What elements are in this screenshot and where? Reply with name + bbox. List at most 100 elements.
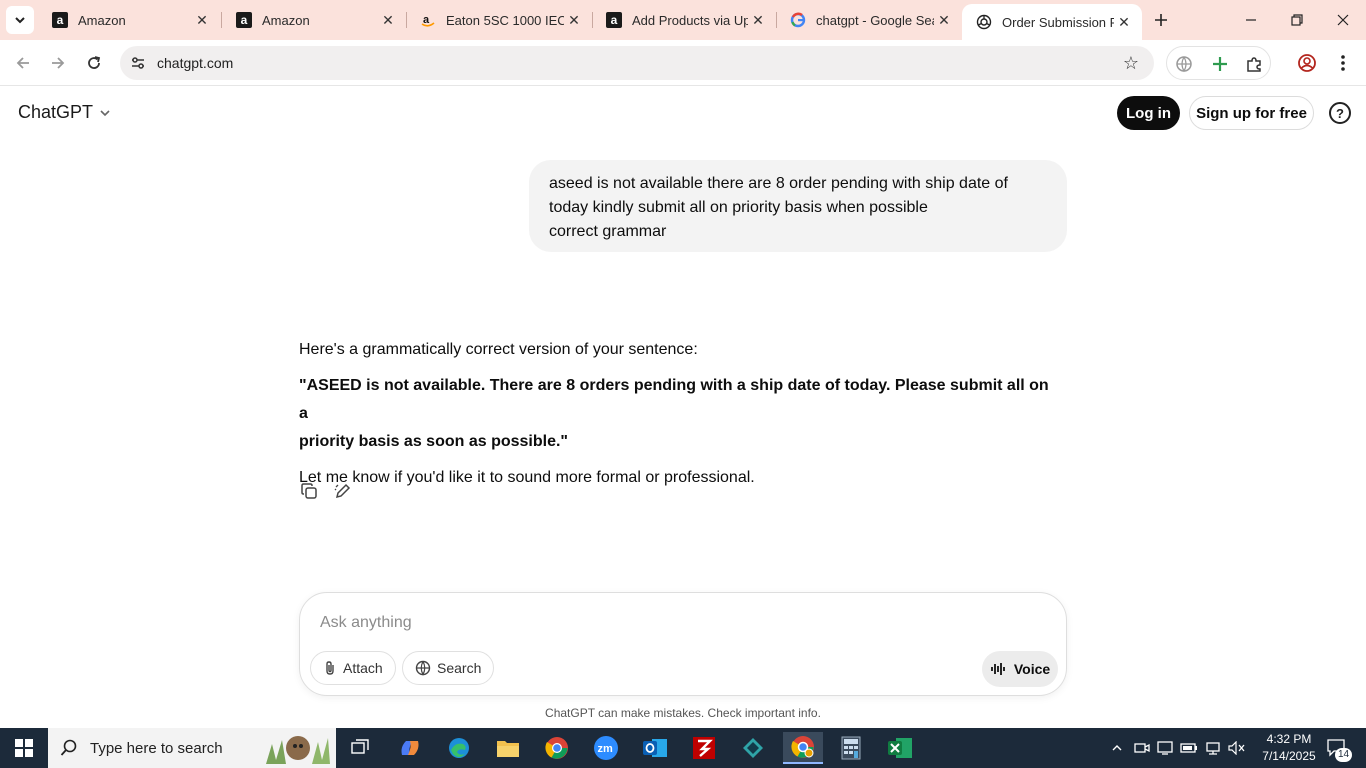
amazon-icon: a (236, 12, 252, 28)
outlook-app[interactable] (635, 732, 675, 764)
start-button[interactable] (0, 728, 48, 768)
task-view-button[interactable] (340, 732, 380, 764)
user-message-line: aseed is not available there are 8 order… (549, 175, 1008, 192)
restore-icon (1291, 14, 1303, 26)
close-tab-icon[interactable]: ✕ (192, 10, 212, 30)
chrome-profile-icon (791, 736, 814, 758)
chevron-down-icon (15, 17, 25, 24)
help-icon[interactable]: ? (1329, 102, 1351, 124)
puzzle-icon[interactable] (1243, 53, 1265, 75)
copy-icon[interactable] (298, 480, 320, 502)
show-hidden-icons-button[interactable] (1106, 728, 1128, 768)
folder-icon (497, 741, 519, 757)
copilot-app[interactable] (390, 732, 430, 764)
google-icon (790, 12, 806, 28)
chevron-down-icon (100, 109, 110, 116)
browser-tab[interactable]: a Amazon ✕ (222, 0, 406, 40)
avatar-icon (1298, 54, 1316, 72)
chrome-app[interactable] (537, 732, 577, 764)
browser-tab[interactable]: chatgpt - Google Sea ✕ (776, 0, 962, 40)
display-icon[interactable] (1154, 728, 1176, 768)
search-label: Search (437, 660, 482, 676)
outlook-icon (643, 739, 667, 757)
attach-button[interactable]: Attach (310, 651, 396, 685)
battery-icon[interactable] (1178, 728, 1200, 768)
back-button[interactable] (8, 48, 38, 78)
taskbar-search-placeholder: Type here to search (90, 739, 223, 757)
minimize-button[interactable] (1228, 0, 1274, 40)
reload-icon (88, 56, 101, 69)
diamond-app-icon (743, 738, 763, 758)
filezilla-icon (693, 737, 715, 759)
extensions-group (1166, 46, 1271, 80)
new-tab-button[interactable] (1148, 8, 1174, 32)
profile-button[interactable] (1292, 48, 1322, 78)
address-bar[interactable]: chatgpt.com ☆ (120, 46, 1154, 80)
restore-button[interactable] (1274, 0, 1320, 40)
message-actions (298, 480, 354, 502)
search-button[interactable]: Search (402, 651, 495, 685)
assistant-corrected-sentence: "ASEED is not available. There are 8 ord… (299, 372, 1059, 456)
assistant-message: Here's a grammatically correct version o… (299, 336, 1059, 500)
browser-tabstrip: a Amazon ✕ a Amazon ✕ a Eaton 5SC 1000 I… (0, 0, 1366, 40)
close-tab-icon[interactable]: ✕ (934, 10, 954, 30)
extension-plus-icon[interactable] (1209, 53, 1231, 75)
task-view-icon (351, 739, 369, 754)
close-tab-icon[interactable]: ✕ (1114, 12, 1134, 32)
url-text: chatgpt.com (157, 55, 234, 71)
arrow-left-icon (16, 57, 29, 69)
assistant-outro: Let me know if you'd like it to sound mo… (299, 469, 755, 486)
volume-muted-icon[interactable] (1226, 728, 1248, 768)
notification-center-button[interactable]: 14 (1322, 728, 1353, 768)
taskbar-search-box[interactable]: Type here to search (48, 728, 336, 768)
calculator-app[interactable] (831, 732, 871, 764)
reload-button[interactable] (79, 48, 109, 78)
forward-button[interactable] (43, 48, 73, 78)
browser-tab[interactable]: a Amazon ✕ (38, 0, 220, 40)
edit-pencil-icon[interactable] (332, 480, 354, 502)
login-button[interactable]: Log in (1117, 96, 1180, 130)
tab-title: chatgpt - Google Sea (816, 12, 934, 28)
app-diamond[interactable] (733, 732, 773, 764)
tab-title: Amazon (78, 12, 126, 28)
close-tab-icon[interactable]: ✕ (748, 10, 768, 30)
globe-icon (415, 660, 431, 676)
signup-button[interactable]: Sign up for free (1189, 96, 1314, 130)
bookmark-star-icon[interactable]: ☆ (1120, 52, 1142, 74)
close-tab-icon[interactable]: ✕ (378, 10, 398, 30)
edge-icon (449, 738, 469, 758)
browser-menu-button[interactable] (1328, 48, 1358, 78)
zoom-app[interactable]: zm (586, 732, 626, 764)
openai-icon (976, 14, 992, 30)
edge-app[interactable] (439, 732, 479, 764)
close-tab-icon[interactable]: ✕ (564, 10, 584, 30)
browser-tab[interactable]: a Eaton 5SC 1000 IEC U ✕ (406, 0, 592, 40)
windows-logo-icon (15, 739, 33, 757)
disclaimer-text: ChatGPT can make mistakes. Check importa… (545, 706, 821, 720)
model-selector[interactable]: ChatGPT (18, 102, 111, 123)
excel-app[interactable] (880, 732, 920, 764)
user-message: aseed is not available there are 8 order… (529, 160, 1067, 252)
filezilla-app[interactable] (684, 732, 724, 764)
system-clock[interactable]: 4:32 PM 7/14/2025 (1254, 731, 1324, 765)
zoom-icon: zm (594, 736, 618, 760)
chrome-profile-app-active[interactable] (783, 732, 823, 764)
network-icon[interactable] (1202, 728, 1224, 768)
prompt-input[interactable] (320, 611, 1020, 635)
translate-extension-icon[interactable] (1173, 53, 1195, 75)
copilot-icon (401, 741, 419, 755)
tab-search-button[interactable] (6, 6, 34, 34)
user-message-line: correct grammar (549, 223, 667, 240)
browser-tab[interactable]: a Add Products via Upl ✕ (592, 0, 776, 40)
close-window-button[interactable] (1320, 0, 1366, 40)
file-explorer-app[interactable] (488, 732, 528, 764)
voice-waveform-icon (990, 663, 1005, 675)
voice-button[interactable]: Voice (982, 651, 1058, 687)
amazon-icon: a (52, 12, 68, 28)
brand-title: ChatGPT (18, 102, 94, 122)
site-info-icon[interactable] (128, 53, 148, 73)
clock-date: 7/14/2025 (1262, 749, 1316, 763)
browser-tab-active[interactable]: Order Submission Pr ✕ (962, 4, 1142, 40)
chevron-up-icon (1112, 745, 1122, 751)
meet-now-icon[interactable] (1131, 728, 1153, 768)
